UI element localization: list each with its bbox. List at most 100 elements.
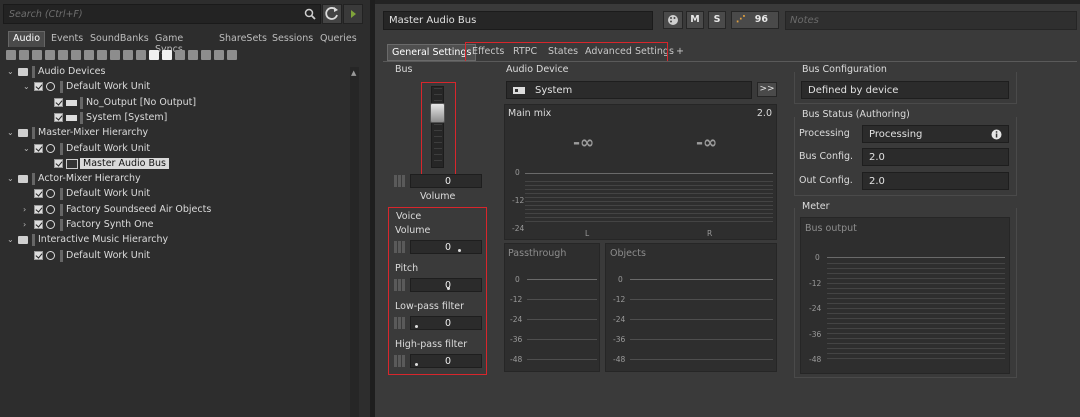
tab-events[interactable]: Events <box>51 31 83 47</box>
tree-row[interactable]: › Factory Soundseed Air Objects <box>4 203 344 218</box>
tree-row[interactable]: › Factory Synth One <box>4 218 344 233</box>
checkbox-icon[interactable] <box>34 189 43 199</box>
info-icon[interactable] <box>991 129 1002 140</box>
power-icon <box>46 82 55 92</box>
bus-icon <box>66 158 78 169</box>
tree-row-label: No_Output [No Output] <box>86 96 197 108</box>
tab-sharesets[interactable]: ShareSets <box>219 31 267 47</box>
container-icon[interactable] <box>58 50 68 60</box>
folder-icon[interactable] <box>19 50 29 60</box>
tab-add[interactable]: + <box>676 44 684 61</box>
checkbox-icon[interactable] <box>54 97 63 107</box>
tree-row-label: Factory Soundseed Air Objects <box>66 203 212 215</box>
tree-row-label: Default Work Unit <box>66 142 151 154</box>
voice-volume-indicator <box>458 249 461 252</box>
pitch-field[interactable]: 0 <box>410 278 482 292</box>
search-input[interactable]: Search (Ctrl+F) <box>3 4 321 24</box>
chevron-right-icon[interactable]: › <box>23 220 31 229</box>
highpass-field[interactable]: 0 <box>410 354 482 368</box>
refresh-button[interactable] <box>322 4 342 24</box>
chevron-down-icon[interactable]: ⌄ <box>7 174 15 183</box>
playlist-icon[interactable] <box>201 50 211 60</box>
sound-icon[interactable] <box>45 50 55 60</box>
chevron-down-icon[interactable]: ⌄ <box>23 144 31 153</box>
tree-row[interactable]: ⌄ Master-Mixer Hierarchy <box>4 126 344 141</box>
checkbox-icon[interactable] <box>34 143 43 153</box>
layout-icon[interactable] <box>227 50 237 60</box>
tree-row[interactable]: ⌄ Default Work Unit <box>4 80 344 95</box>
voice-volume-link-icon[interactable] <box>394 240 408 254</box>
tree-row[interactable]: System [System] <box>4 111 344 126</box>
bus-config-field[interactable]: Defined by device <box>801 81 1009 99</box>
track-icon[interactable] <box>175 50 185 60</box>
forward-button[interactable] <box>343 4 363 24</box>
random-icon[interactable] <box>71 50 81 60</box>
tab-general-settings[interactable]: General Settings <box>387 44 477 61</box>
tab-soundbanks[interactable]: SoundBanks <box>90 31 149 47</box>
chevron-down-icon[interactable]: ⌄ <box>7 128 15 137</box>
voice-volume-label: Volume <box>395 225 431 236</box>
segment-icon[interactable] <box>188 50 198 60</box>
references-button[interactable]: ⋰ 96 <box>731 11 779 29</box>
audio-device-section-label: Audio Device <box>506 64 569 75</box>
notes-field[interactable]: Notes <box>785 11 1077 30</box>
object-name-field[interactable]: Master Audio Bus <box>383 11 653 30</box>
bus-config-status-field: 2.0 <box>862 148 1009 166</box>
tree-row[interactable]: ⌄ Default Work Unit <box>4 142 344 157</box>
solo-button[interactable]: S <box>708 11 726 29</box>
checkbox-icon[interactable] <box>34 250 43 260</box>
power-icon[interactable] <box>6 50 16 60</box>
chevron-down-icon[interactable]: ⌄ <box>23 82 31 91</box>
actor-mixer-icon[interactable] <box>123 50 133 60</box>
tree-row[interactable]: ⌄ Interactive Music Hierarchy <box>4 233 344 248</box>
tree-row-label: Interactive Music Hierarchy <box>38 234 169 246</box>
tree-row[interactable]: Default Work Unit <box>4 249 344 264</box>
tree-row[interactable]: Default Work Unit <box>4 187 344 202</box>
lowpass-link-icon[interactable] <box>394 316 408 330</box>
out-config-field: 2.0 <box>862 172 1009 190</box>
bus-volume-field[interactable]: 0 <box>410 174 482 188</box>
mute-button[interactable]: M <box>686 11 704 29</box>
browse-device-button[interactable]: >> <box>757 82 777 97</box>
checkbox-icon[interactable] <box>34 204 43 214</box>
voice-volume-field[interactable]: 0 <box>410 240 482 254</box>
chevron-right-icon[interactable]: › <box>23 205 31 214</box>
highpass-link-icon[interactable] <box>394 354 408 368</box>
chevron-down-icon[interactable]: ⌄ <box>7 67 15 76</box>
device-icon <box>66 114 77 121</box>
object-name: Master Audio Bus <box>389 15 477 26</box>
pitch-link-icon[interactable] <box>394 278 408 292</box>
checkbox-icon[interactable] <box>54 112 63 122</box>
chevron-down-icon[interactable]: ⌄ <box>7 235 15 244</box>
tab-game-syncs[interactable]: Game Syncs <box>155 31 183 55</box>
lowpass-field[interactable]: 0 <box>410 316 482 330</box>
tree-scrollbar[interactable]: ▲ <box>350 67 359 417</box>
checkbox-icon[interactable] <box>34 82 43 92</box>
tree-row[interactable]: ⌄ Actor-Mixer Hierarchy <box>4 172 344 187</box>
grid-icon[interactable] <box>214 50 224 60</box>
aux-bus-icon[interactable] <box>149 50 159 60</box>
checkbox-icon[interactable] <box>54 158 63 168</box>
tab-sessions[interactable]: Sessions <box>272 31 313 47</box>
color-button[interactable] <box>663 11 683 29</box>
folder-new-icon[interactable] <box>32 50 42 60</box>
volume-link-icon[interactable] <box>394 174 408 188</box>
tree-row-label: Factory Synth One <box>66 219 154 230</box>
grid-line <box>527 299 597 300</box>
tree-row[interactable]: No_Output [No Output] <box>4 96 344 111</box>
switch-icon[interactable] <box>97 50 107 60</box>
audio-device-field[interactable]: System <box>506 81 752 99</box>
tab-queries[interactable]: Queries <box>320 31 357 47</box>
tree-row-selected[interactable]: Master Audio Bus <box>4 157 344 172</box>
tab-audio[interactable]: Audio <box>8 31 46 47</box>
scroll-up-icon[interactable]: ▲ <box>351 69 356 77</box>
sequence-icon[interactable] <box>84 50 94 60</box>
color-bar <box>80 111 83 124</box>
tree-row-label: Audio Devices <box>38 66 106 77</box>
color-bar <box>60 203 63 216</box>
music-icon[interactable] <box>162 50 172 60</box>
checkbox-icon[interactable] <box>34 220 43 229</box>
bus-icon[interactable] <box>136 50 146 60</box>
blend-icon[interactable] <box>110 50 120 60</box>
tree-row[interactable]: ⌄ Audio Devices <box>4 65 344 80</box>
